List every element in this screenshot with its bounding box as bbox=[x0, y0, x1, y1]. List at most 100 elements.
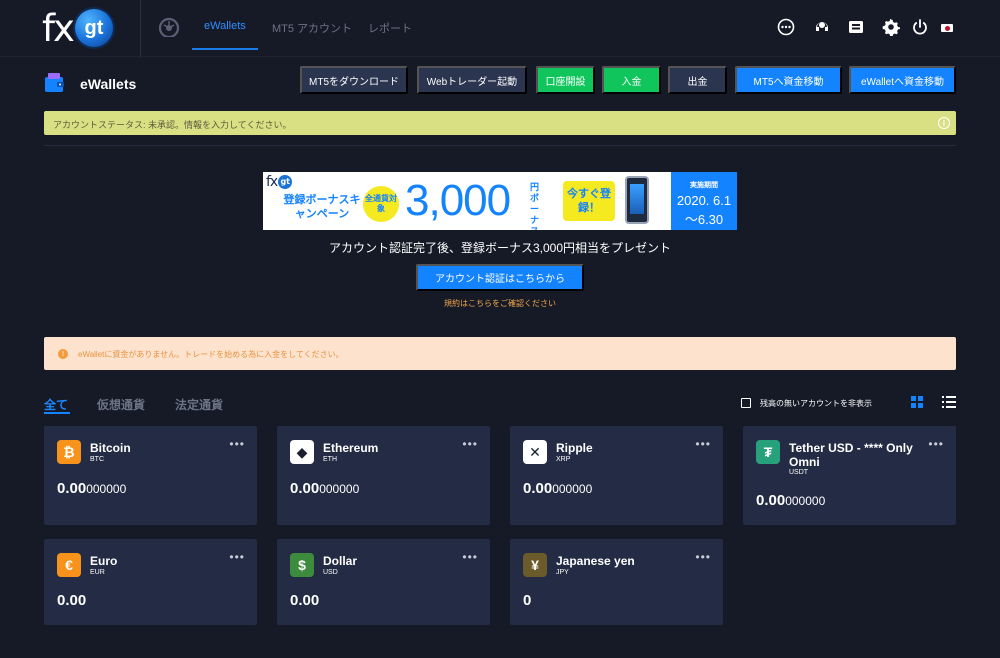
smartphone-icon bbox=[625, 176, 649, 224]
banner-all-currencies-badge: 全通貨対象 bbox=[363, 186, 399, 222]
wallet-balance-main: 0 bbox=[523, 592, 532, 609]
account-status-text: アカウントステータス: 未承認。情報を入力してください。 bbox=[53, 120, 292, 130]
filter-tab-fiat[interactable]: 法定通貨 bbox=[175, 396, 223, 413]
no-funds-warning: ! eWalletに資金がありません。トレードを始める為に入金をしてください。 bbox=[44, 337, 956, 370]
tab-mt5-accounts[interactable]: MT5 アカウント bbox=[272, 20, 352, 36]
banner-logo: fx gt bbox=[266, 174, 293, 190]
account-status-bar: アカウントステータス: 未承認。情報を入力してください。 i bbox=[44, 111, 956, 135]
tab-ewallets[interactable]: eWallets bbox=[204, 20, 246, 32]
grid-view-icon[interactable] bbox=[911, 396, 923, 408]
more-options-icon[interactable]: ••• bbox=[695, 438, 711, 450]
bonus-promo-text: アカウント認証完了後、登録ボーナス3,000円相当をプレゼント bbox=[328, 241, 672, 255]
inbox-icon[interactable] bbox=[847, 18, 865, 36]
terms-link[interactable]: 規約はこちらをご確認ください bbox=[0, 298, 1000, 309]
list-view-icon[interactable] bbox=[942, 396, 956, 408]
fxgt-logo[interactable]: fx gt bbox=[42, 6, 113, 50]
hide-empty-label[interactable]: 残高の無いアカウントを非表示 bbox=[760, 398, 872, 409]
withdraw-button[interactable]: 出金 bbox=[668, 66, 727, 94]
wallet-balance-decimals: 000000 bbox=[552, 482, 593, 496]
no-funds-warning-text: eWalletに資金がありません。トレードを始める為に入金をしてください。 bbox=[78, 350, 344, 359]
more-options-icon[interactable]: ••• bbox=[695, 551, 711, 563]
banner-bonus-amount: 3,000 bbox=[405, 176, 511, 225]
wallet-name: Euro bbox=[90, 554, 118, 568]
wallet-card-eth[interactable]: ◆ Ethereum ETH ••• 0.00000000 bbox=[277, 426, 490, 525]
tether-icon: ₮ bbox=[756, 440, 780, 464]
wallet-card-xrp[interactable]: ✕ Ripple XRP ••• 0.00000000 bbox=[510, 426, 723, 525]
filter-tab-crypto[interactable]: 仮想通貨 bbox=[97, 396, 145, 413]
power-icon[interactable] bbox=[911, 18, 929, 36]
verify-account-button[interactable]: アカウント認証はこちらから bbox=[416, 264, 584, 291]
ethereum-icon: ◆ bbox=[290, 440, 314, 464]
wallet-balance-main: 0.00 bbox=[523, 480, 553, 497]
nav-divider bbox=[140, 0, 141, 58]
wallet-balance: 0.00000000 bbox=[523, 480, 592, 497]
section-divider bbox=[44, 145, 956, 146]
wallet-balance: 0 bbox=[523, 592, 531, 609]
wallet-balance: 0.00 bbox=[290, 592, 319, 609]
info-icon[interactable]: i bbox=[938, 117, 950, 129]
wallet-balance: 0.00000000 bbox=[57, 480, 126, 497]
tab-reports[interactable]: レポート bbox=[368, 20, 412, 36]
wallet-card-usdt[interactable]: ₮ Tether USD - **** Only Omni USDT ••• 0.000… bbox=[743, 426, 956, 525]
active-filter-underline bbox=[44, 412, 70, 414]
more-options-icon[interactable]: ••• bbox=[229, 438, 245, 450]
more-options-icon[interactable]: ••• bbox=[928, 438, 944, 450]
wallet-currency-code: JPY bbox=[556, 569, 569, 576]
wallet-currency-code: USDT bbox=[789, 469, 809, 476]
wallet-name: Ethereum bbox=[323, 441, 379, 455]
filter-tab-all[interactable]: 全て bbox=[44, 396, 68, 413]
top-nav: fx gt eWallets MT5 アカウント レポート bbox=[0, 0, 1000, 58]
hide-empty-checkbox[interactable] bbox=[741, 398, 751, 408]
wallet-card-usd[interactable]: $ Dollar USD ••• 0.00 bbox=[277, 539, 490, 625]
wallet-balance-decimals: 000000 bbox=[319, 482, 360, 496]
banner-register-now: 今すぐ登録！ bbox=[563, 181, 615, 221]
page-title: eWallets bbox=[80, 76, 137, 92]
wallet-name: Japanese yen bbox=[556, 554, 635, 568]
wallet-balance: 0.00000000 bbox=[756, 492, 825, 509]
wallet-balance-main: 0.00 bbox=[57, 592, 87, 609]
more-options-icon[interactable]: ••• bbox=[462, 438, 478, 450]
wallet-card-jpy[interactable]: ¥ Japanese yen JPY ••• 0 bbox=[510, 539, 723, 625]
wallet-name: Tether USD - **** Only Omni bbox=[789, 441, 913, 469]
wallet-balance: 0.00 bbox=[57, 592, 86, 609]
bitcoin-icon: ₿ bbox=[57, 440, 81, 464]
wallet-balance-main: 0.00 bbox=[290, 480, 320, 497]
wallet-currency-code: USD bbox=[323, 569, 338, 576]
logo-fx-text: fx bbox=[42, 6, 75, 50]
download-mt5-button[interactable]: MT5をダウンロード bbox=[300, 66, 408, 94]
active-tab-underline bbox=[192, 48, 258, 50]
wallet-card-eur[interactable]: € Euro EUR ••• 0.00 bbox=[44, 539, 257, 625]
dollar-icon: $ bbox=[290, 553, 314, 577]
banner-period-start: 2020. 6.1 bbox=[676, 193, 732, 208]
wallet-balance-decimals: 000000 bbox=[785, 494, 826, 508]
wallet-card-btc[interactable]: ₿ Bitcoin BTC ••• 0.00000000 bbox=[44, 426, 257, 525]
wallet-currency-code: XRP bbox=[556, 456, 571, 463]
banner-period-end: 〜6.30 bbox=[684, 212, 724, 227]
logo-gt-badge: gt bbox=[74, 9, 113, 47]
wallet-balance: 0.00000000 bbox=[290, 480, 359, 497]
euro-icon: € bbox=[57, 553, 81, 577]
wallet-balance-main: 0.00 bbox=[756, 492, 786, 509]
launch-webtrader-button[interactable]: Webトレーダー起動 bbox=[417, 66, 527, 94]
more-options-icon[interactable]: ••• bbox=[229, 551, 245, 563]
header-separator bbox=[0, 56, 1000, 57]
banner-bonus-unit: 円ボーナス bbox=[530, 182, 540, 230]
settings-icon[interactable] bbox=[882, 18, 900, 36]
japan-flag-icon[interactable] bbox=[941, 24, 953, 32]
wallet-balance-decimals: 000000 bbox=[86, 482, 127, 496]
wallet-name: Bitcoin bbox=[90, 441, 131, 455]
more-options-icon[interactable]: ••• bbox=[462, 551, 478, 563]
chat-icon[interactable] bbox=[777, 18, 795, 36]
bonus-campaign-banner[interactable]: fxgt 登録ボーナスキャンペーン 全通貨対象 3,000 円ボーナス 今すぐ登… bbox=[263, 172, 737, 230]
support-icon[interactable] bbox=[813, 18, 831, 36]
wallet-currency-code: ETH bbox=[323, 456, 337, 463]
wallet-currency-code: EUR bbox=[90, 569, 105, 576]
wallet-balance-main: 0.00 bbox=[290, 592, 320, 609]
wallet-name: Ripple bbox=[556, 441, 593, 455]
deposit-button[interactable]: 入金 bbox=[602, 66, 661, 94]
dashboard-icon[interactable] bbox=[158, 17, 180, 37]
transfer-to-mt5-button[interactable]: MT5へ資金移動 bbox=[735, 66, 842, 94]
transfer-to-ewallet-button[interactable]: eWalletへ資金移動 bbox=[849, 66, 956, 94]
open-account-button[interactable]: 口座開設 bbox=[536, 66, 595, 94]
banner-period: 実施期間 2020. 6.1 〜6.30 bbox=[671, 172, 737, 230]
